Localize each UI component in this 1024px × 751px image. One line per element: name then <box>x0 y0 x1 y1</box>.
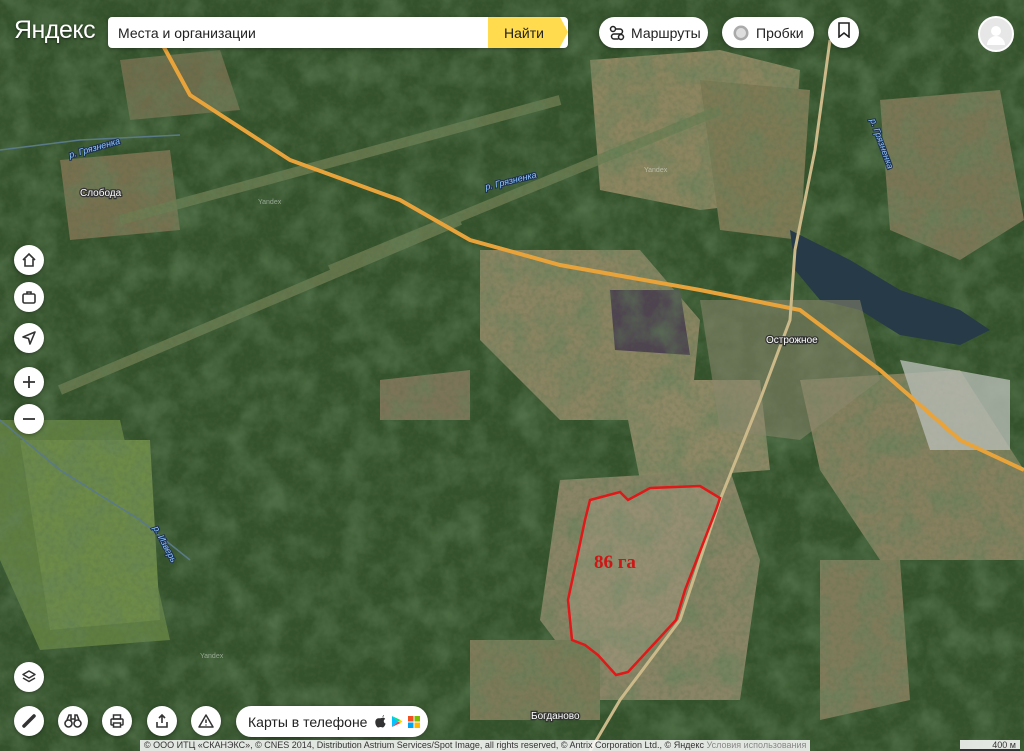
top-bar: Яндекс Найти Маршруты Пробки <box>0 0 1024 64</box>
area-label: 86 га <box>594 552 636 573</box>
panorama-button[interactable] <box>58 706 88 736</box>
my-location-button[interactable] <box>14 323 44 353</box>
find-button[interactable]: Найти <box>488 17 568 48</box>
windows-icon <box>408 715 421 728</box>
zoom-in-button[interactable] <box>14 367 44 397</box>
zoom-in-icon <box>23 376 35 388</box>
binoculars-icon <box>64 714 82 728</box>
traffic-icon <box>732 24 750 42</box>
briefcase-icon <box>22 291 36 304</box>
layers-button[interactable] <box>14 662 44 692</box>
apps-label: Карты в телефоне <box>248 713 368 730</box>
bookmark-icon <box>837 22 851 43</box>
watermark-label: Yandex <box>258 199 282 206</box>
work-button[interactable] <box>14 282 44 312</box>
google-play-icon <box>392 716 403 727</box>
copyright-text: © ООО ИТЦ «СКАНЭКС», © CNES 2014, Distri… <box>144 740 704 750</box>
copyright-bar: © ООО ИТЦ «СКАНЭКС», © CNES 2014, Distri… <box>140 740 811 751</box>
yandex-logo[interactable]: Яндекс <box>14 16 96 45</box>
terms-link[interactable]: Условия использования <box>706 740 806 750</box>
ruler-button[interactable] <box>14 706 44 736</box>
home-button[interactable] <box>14 245 44 275</box>
watermark-label: Yandex <box>200 653 224 660</box>
search-box: Найти <box>108 17 568 48</box>
routes-button[interactable]: Маршруты <box>599 17 708 48</box>
home-icon <box>22 252 36 267</box>
routes-label: Маршруты <box>631 24 701 41</box>
zoom-out-button[interactable] <box>14 404 44 434</box>
apple-icon <box>375 715 387 728</box>
navigation-arrow-icon <box>22 331 36 345</box>
report-error-button[interactable] <box>191 706 221 736</box>
share-button[interactable] <box>147 706 177 736</box>
route-icon <box>609 25 625 41</box>
traffic-label: Пробки <box>756 24 804 41</box>
place-label: Слобода <box>80 187 122 199</box>
user-icon <box>987 26 1005 45</box>
app-stores <box>375 715 421 728</box>
place-label: Богданово <box>531 711 580 722</box>
zoom-out-icon <box>23 418 35 420</box>
watermark-label: Yandex <box>644 167 668 174</box>
mobile-apps-button[interactable]: Карты в телефоне <box>236 706 428 737</box>
user-avatar[interactable] <box>978 16 1014 52</box>
scale-bar: 400 м <box>960 740 1020 751</box>
ruler-icon <box>22 714 36 728</box>
search-input[interactable] <box>108 17 500 48</box>
layers-icon <box>22 670 36 683</box>
place-label: Острожное <box>766 335 818 346</box>
bookmark-button[interactable] <box>828 17 859 48</box>
printer-icon <box>110 714 124 728</box>
print-button[interactable] <box>102 706 132 736</box>
share-icon <box>156 713 168 728</box>
traffic-button[interactable]: Пробки <box>722 17 814 48</box>
satellite-map[interactable]: Слобода Острожное Богданово р. Грязненка… <box>0 0 1024 751</box>
warning-icon <box>198 714 214 728</box>
